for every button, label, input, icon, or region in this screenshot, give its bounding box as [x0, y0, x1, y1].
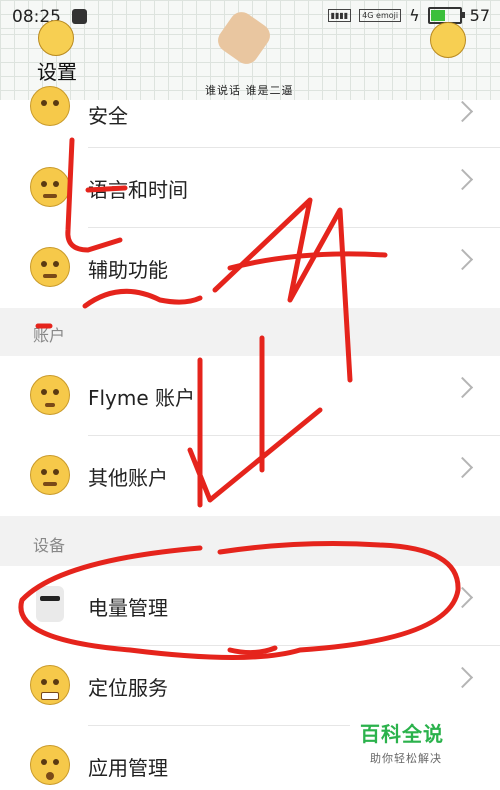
row-label: 应用管理	[88, 756, 168, 780]
settings-row-flyme-account[interactable]: Flyme 账户	[0, 356, 500, 436]
settings-row-accessibility[interactable]: 辅助功能	[0, 228, 500, 308]
signal-icon: ▮▮▮▮	[327, 9, 352, 22]
sad-sticker-icon	[430, 22, 466, 58]
section-header-accounts: 账户	[0, 308, 500, 356]
settings-row-battery-management[interactable]: 电量管理	[0, 566, 500, 646]
chevron-right-icon	[451, 248, 474, 271]
crying-face-icon	[30, 247, 70, 287]
chevron-right-icon	[451, 168, 474, 191]
surprised-face-icon	[30, 745, 70, 785]
row-label: 其他账户	[88, 466, 168, 490]
section-label: 账户	[33, 326, 66, 345]
smiley-icon	[30, 86, 70, 126]
worried-face-icon	[30, 375, 70, 415]
row-label: Flyme 账户	[88, 386, 196, 410]
network-label: 4G	[362, 11, 374, 20]
row-label: 定位服务	[88, 676, 168, 700]
header: 设置 谁说话 谁是二逼	[0, 7, 500, 100]
chevron-right-icon	[451, 456, 474, 479]
chevron-right-icon	[451, 100, 474, 123]
row-label: 安全	[88, 104, 128, 128]
watermark-subtitle: 助你轻松解决	[370, 752, 442, 765]
sad-sticker-icon	[38, 20, 74, 56]
cool-sticker-icon	[36, 586, 64, 622]
row-label: 辅助功能	[88, 258, 168, 282]
angry-face-icon	[30, 455, 70, 495]
section-label: 设备	[33, 536, 66, 555]
watermark-title: 百科全说	[360, 722, 444, 746]
battery-fill	[430, 10, 446, 21]
charging-icon: ϟ	[409, 6, 420, 25]
chevron-right-icon	[451, 376, 474, 399]
page-title: 设置	[37, 60, 77, 84]
blushing-face-icon	[30, 167, 70, 207]
settings-row-other-accounts[interactable]: 其他账户	[0, 436, 500, 516]
section-header-device: 设备	[0, 516, 500, 566]
settings-row-security[interactable]: 安全	[0, 86, 500, 148]
grimace-face-icon	[30, 665, 70, 705]
row-label: 电量管理	[88, 596, 168, 620]
watermark: 百科全说 助你轻松解决	[350, 706, 500, 790]
sticker-caption: 谁说话 谁是二逼	[205, 84, 294, 97]
battery-level: 57	[469, 6, 490, 25]
row-label: 语言和时间	[88, 178, 188, 202]
notification-icon	[72, 9, 87, 24]
emoji-label: emoji	[376, 11, 399, 20]
chevron-right-icon	[451, 586, 474, 609]
network-badge: 4G emoji	[359, 9, 402, 22]
chevron-right-icon	[451, 666, 474, 689]
settings-row-language-time[interactable]: 语言和时间	[0, 148, 500, 228]
